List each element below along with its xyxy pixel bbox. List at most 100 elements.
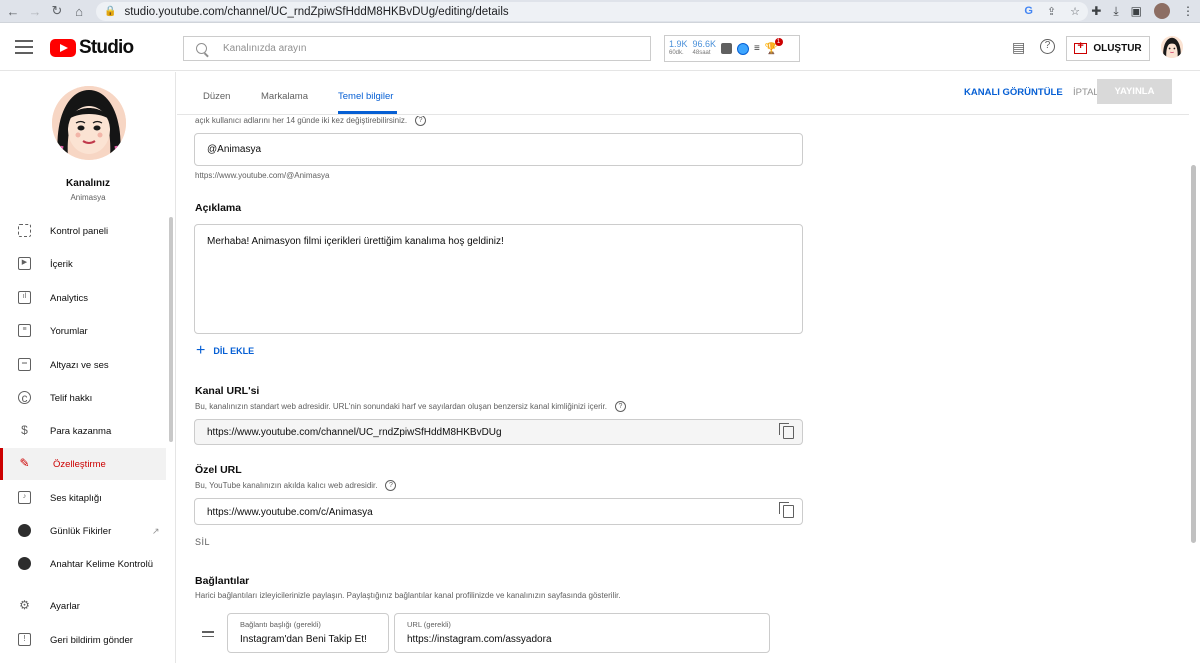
link-url-field[interactable]: URL (gerekli) https://instagram.com/assy… bbox=[394, 613, 770, 653]
stat-60min: 1.9K 60dk. bbox=[669, 38, 688, 56]
channel-title: Kanalınız bbox=[66, 178, 110, 189]
tab-basic-info[interactable]: Temel bilgiler bbox=[338, 91, 393, 102]
feedback-icon: ! bbox=[18, 633, 31, 646]
keyword-check-icon bbox=[18, 557, 31, 570]
copy-icon[interactable] bbox=[779, 502, 794, 518]
link-title-field[interactable]: Bağlantı başlığı (gerekli) Instagram'dan… bbox=[227, 613, 389, 653]
account-avatar[interactable] bbox=[1161, 36, 1183, 58]
sidebar-item-comments[interactable]: ≡ Yorumlar bbox=[0, 315, 166, 347]
sidebar-item-content[interactable]: ▶ İçerik bbox=[0, 248, 166, 280]
dollar-icon: $ bbox=[21, 423, 28, 437]
side-panel-icon[interactable]: ▣ bbox=[1131, 4, 1142, 18]
channel-url-title: Kanal URL'si bbox=[195, 385, 260, 397]
analytics-icon[interactable] bbox=[721, 43, 733, 54]
handle-hint: açık kullanıcı adlarını her 14 günde iki… bbox=[195, 116, 427, 126]
google-icon[interactable]: G bbox=[1024, 5, 1033, 18]
profile-avatar[interactable] bbox=[1154, 3, 1170, 19]
add-language-button[interactable]: + DİL EKLE bbox=[196, 342, 254, 359]
links-hint: Harici bağlantıları izleyicilerinizle pa… bbox=[195, 591, 621, 600]
sidebar-item-customization[interactable]: ✎ Özelleştirme bbox=[0, 448, 166, 480]
stat-48h: 96.6K 48saat bbox=[692, 38, 717, 56]
search-placeholder: Kanalınızda arayın bbox=[223, 43, 307, 54]
drag-handle-icon[interactable] bbox=[202, 631, 214, 640]
menu-icon[interactable] bbox=[15, 40, 33, 58]
audio-library-icon: ♪ bbox=[18, 491, 31, 504]
extension-logo-icon[interactable] bbox=[737, 42, 750, 55]
help-icon[interactable]: ? bbox=[415, 116, 427, 126]
sidebar-item-settings[interactable]: ⚙ Ayarlar bbox=[0, 590, 166, 622]
channel-url-field[interactable]: https://www.youtube.com/channel/UC_rndZp… bbox=[194, 419, 803, 445]
reload-icon[interactable]: ↻ bbox=[46, 3, 68, 19]
studio-header: Studio Kanalınızda arayın 1.9K 60dk. 96.… bbox=[0, 23, 1200, 71]
sidebar-item-audio-library[interactable]: ♪ Ses kitaplığı bbox=[0, 482, 166, 514]
help-icon[interactable]: ? bbox=[385, 480, 397, 491]
basic-info-form: açık kullanıcı adlarını her 14 günde iki… bbox=[177, 116, 1189, 663]
active-tab-indicator bbox=[338, 111, 397, 114]
share-icon[interactable]: ⇪ bbox=[1047, 5, 1056, 18]
external-link-icon: ↗ bbox=[152, 525, 160, 536]
view-channel-button[interactable]: KANALI GÖRÜNTÜLE bbox=[964, 87, 1063, 98]
create-video-icon bbox=[1074, 40, 1088, 54]
feedback-icon[interactable]: ▤ bbox=[1012, 39, 1025, 56]
daily-ideas-icon bbox=[18, 524, 31, 537]
help-icon[interactable]: ? bbox=[614, 401, 626, 412]
sidebar-item-copyright[interactable]: c Telif hakkı bbox=[0, 382, 166, 414]
lock-icon: 🔒 bbox=[104, 6, 117, 17]
magic-wand-icon: ✎ bbox=[19, 456, 30, 470]
custom-url-field[interactable]: https://www.youtube.com/c/Animasya bbox=[194, 498, 803, 525]
handle-field[interactable]: @Animasya bbox=[194, 133, 803, 166]
channel-avatar[interactable] bbox=[52, 86, 126, 160]
notification-badge: 1 bbox=[774, 38, 783, 46]
channel-name: Animasya bbox=[70, 193, 106, 202]
custom-url-title: Özel URL bbox=[195, 464, 242, 476]
create-button[interactable]: OLUŞTUR bbox=[1066, 36, 1150, 61]
channel-url-hint: Bu, kanalınızın standart web adresidir. … bbox=[195, 401, 626, 412]
sidebar-item-subtitles[interactable]: ═ Altyazı ve ses bbox=[0, 349, 166, 381]
home-icon[interactable]: ⌂ bbox=[68, 4, 90, 19]
more-menu-icon[interactable]: ⋮ bbox=[1182, 4, 1194, 18]
studio-logo[interactable]: Studio bbox=[50, 37, 134, 59]
description-textarea[interactable]: Merhaba! Animasyon filmi içerikleri üret… bbox=[194, 224, 803, 334]
description-title: Açıklama bbox=[195, 202, 242, 214]
youtube-logo-icon bbox=[50, 39, 76, 57]
tab-layout[interactable]: Düzen bbox=[203, 91, 230, 102]
comments-icon: ≡ bbox=[18, 324, 31, 337]
address-bar[interactable]: 🔒 studio.youtube.com/channel/UC_rndZpiwS… bbox=[96, 2, 1088, 21]
analytics-icon: ıl bbox=[18, 291, 31, 304]
copyright-icon: c bbox=[18, 391, 31, 405]
cancel-button[interactable]: İPTAL bbox=[1073, 87, 1099, 98]
gear-icon: ⚙ bbox=[19, 598, 30, 612]
search-input[interactable]: Kanalınızda arayın bbox=[183, 36, 651, 61]
plus-icon: + bbox=[196, 342, 206, 359]
customization-tabs: Düzen Markalama Temel bilgiler KANALI GÖ… bbox=[177, 72, 1189, 115]
sidebar-item-daily-ideas[interactable]: Günlük Fikirler ↗ bbox=[0, 515, 166, 547]
sidebar-item-analytics[interactable]: ıl Analytics bbox=[0, 282, 166, 314]
subtitles-icon: ═ bbox=[18, 358, 31, 371]
browser-toolbar: ← → ↻ ⌂ 🔒 studio.youtube.com/channel/UC_… bbox=[0, 0, 1200, 23]
sidebar-scrollbar[interactable] bbox=[169, 217, 173, 442]
sidebar-item-dashboard[interactable]: Kontrol paneli bbox=[0, 215, 166, 247]
sidebar: Kanalınız Animasya Kontrol paneli ▶ İçer… bbox=[0, 72, 176, 663]
forward-icon[interactable]: → bbox=[24, 4, 46, 19]
search-icon bbox=[196, 43, 207, 54]
tab-branding[interactable]: Markalama bbox=[261, 91, 308, 102]
sidebar-item-monetization[interactable]: $ Para kazanma bbox=[0, 415, 166, 447]
delete-custom-url-button[interactable]: SİL bbox=[195, 537, 210, 547]
logo-text: Studio bbox=[79, 37, 134, 58]
bookmark-star-icon[interactable]: ☆ bbox=[1070, 5, 1080, 18]
list-icon[interactable]: ≡ bbox=[754, 43, 760, 54]
content-icon: ▶ bbox=[18, 257, 31, 270]
stats-widget[interactable]: 1.9K 60dk. 96.6K 48saat ≡ 🏆 1 bbox=[664, 35, 800, 62]
copy-icon[interactable] bbox=[779, 423, 794, 439]
sidebar-item-keyword-check[interactable]: Anahtar Kelime Kontrolü bbox=[0, 548, 166, 580]
back-icon[interactable]: ← bbox=[2, 4, 24, 19]
extensions-icon[interactable]: ✚ bbox=[1091, 4, 1101, 18]
sidebar-item-feedback[interactable]: ! Geri bildirim gönder bbox=[0, 624, 166, 656]
page-scrollbar[interactable] bbox=[1191, 165, 1196, 543]
help-icon[interactable]: ? bbox=[1040, 39, 1055, 54]
trophy-icon[interactable]: 🏆 1 bbox=[765, 38, 783, 55]
handle-url: https://www.youtube.com/@Animasya bbox=[195, 171, 330, 180]
download-icon[interactable]: ⤓ bbox=[1113, 4, 1118, 19]
dashboard-icon bbox=[18, 224, 31, 237]
publish-button[interactable]: YAYINLA bbox=[1097, 79, 1172, 104]
